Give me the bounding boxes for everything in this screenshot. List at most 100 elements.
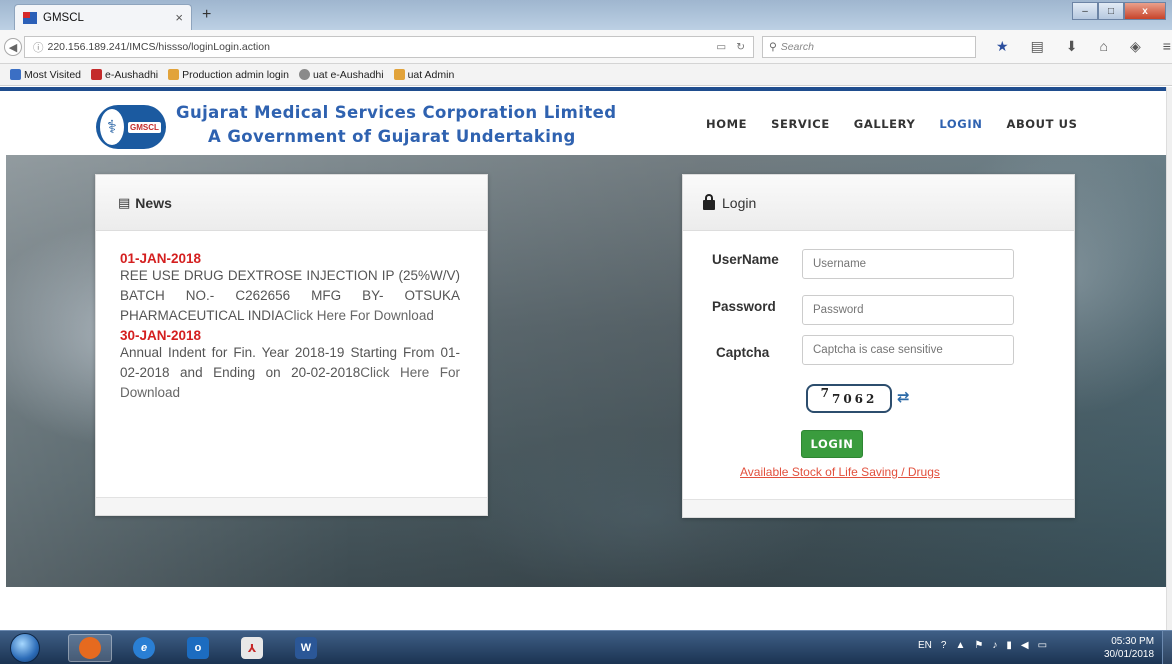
news-body: 01-JAN-2018 REE USE DRUG DEXTROSE INJECT… — [96, 231, 487, 403]
available-stock-link[interactable]: Available Stock of Life Saving / Drugs — [740, 465, 940, 479]
search-placeholder: Search — [780, 41, 814, 53]
caduceus-icon: ⚕ — [100, 109, 124, 145]
new-tab-button[interactable]: + — [202, 6, 211, 24]
news-title: News — [135, 194, 172, 211]
bookmarks-menu-icon[interactable]: ▤ — [1031, 38, 1044, 55]
bookmark-uat-admin[interactable]: uat Admin — [393, 69, 454, 81]
uat-admin-icon — [393, 69, 405, 80]
window-controls: – □ x — [1072, 2, 1166, 20]
word-icon: W — [295, 637, 317, 659]
volume-icon[interactable]: ♪ — [992, 640, 997, 651]
bookmark-uat-e-aushadhi[interactable]: uat e-Aushadhi — [298, 69, 384, 81]
flag-icon[interactable]: ⚑ — [974, 640, 983, 651]
login-footer — [683, 499, 1074, 517]
url-text[interactable]: 220.156.189.241/IMCS/hissso/loginLogin.a… — [48, 41, 717, 53]
home-icon[interactable]: ⌂ — [1100, 38, 1108, 55]
system-clock[interactable]: 05:30 PM 30/01/2018 — [1104, 635, 1154, 661]
login-title: Login — [722, 194, 757, 211]
menu-about-us[interactable]: ABOUT US — [1006, 117, 1077, 131]
start-button[interactable] — [10, 633, 40, 663]
org-tagline: A Government of Gujarat Undertaking — [208, 127, 576, 146]
site-header: ⚕ GMSCL Gujarat Medical Services Corpora… — [0, 91, 1166, 155]
org-name: Gujarat Medical Services Corporation Lim… — [176, 103, 617, 122]
minimize-button[interactable]: – — [1072, 2, 1098, 20]
browser-tab[interactable]: GMSCL × — [14, 4, 192, 30]
browser-nav-bar: ◀ ⓘ 220.156.189.241/IMCS/hissso/loginLog… — [0, 30, 1172, 64]
refresh-captcha-icon[interactable]: ⇄ — [897, 388, 910, 406]
show-hidden-icons[interactable]: ▲ — [955, 640, 965, 651]
menu-service[interactable]: SERVICE — [771, 117, 830, 131]
news-footer — [96, 497, 487, 515]
clock-date: 30/01/2018 — [1104, 649, 1155, 660]
tab-title: GMSCL — [43, 11, 84, 24]
pocket-icon[interactable]: ◈ — [1130, 38, 1141, 55]
reader-view-icon[interactable]: ▭ — [716, 41, 726, 53]
downloads-icon[interactable]: ⬇ — [1066, 38, 1078, 55]
news-panel: ▤ News 01-JAN-2018 REE USE DRUG DEXTROSE… — [95, 174, 488, 516]
firefox-icon — [79, 637, 101, 659]
bookmark-production-admin[interactable]: Production admin login — [168, 69, 289, 81]
help-icon[interactable]: ? — [941, 640, 947, 651]
browser-toolbar: ★ ▤ ⬇ ⌂ ◈ ≡ — [996, 38, 1171, 55]
outlook-icon: o — [187, 637, 209, 659]
e-aushadhi-icon — [91, 69, 102, 80]
logo-text: GMSCL — [128, 121, 161, 133]
browser-tab-bar: GMSCL × + – □ x — [0, 0, 1172, 30]
download-link[interactable]: Click Here For Download — [284, 308, 434, 323]
action-center-icon[interactable]: ▭ — [1038, 640, 1047, 651]
address-bar[interactable]: ⓘ 220.156.189.241/IMCS/hissso/loginLogin… — [24, 36, 754, 58]
captcha-image: 7 7062 — [806, 384, 892, 413]
system-tray: EN ? ▲ ⚑ ♪ ▮ ◀ ▭ — [918, 640, 1047, 651]
news-item: REE USE DRUG DEXTROSE INJECTION IP (25%W… — [120, 268, 460, 323]
captcha-field[interactable] — [802, 335, 1014, 365]
site-favicon-icon — [23, 11, 37, 24]
page-scrollbar[interactable] — [1166, 87, 1172, 630]
news-date: 01-JAN-2018 — [120, 251, 202, 266]
taskbar-outlook[interactable]: o — [176, 634, 220, 662]
bookmark-star-icon[interactable]: ★ — [996, 38, 1009, 55]
production-admin-icon — [168, 69, 180, 80]
taskbar-word[interactable]: W — [284, 634, 328, 662]
network-icon[interactable]: ▮ — [1006, 640, 1012, 651]
menu-gallery[interactable]: GALLERY — [854, 117, 916, 131]
internet-explorer-icon: e — [133, 637, 155, 659]
main-menu: HOME SERVICE GALLERY LOGIN ABOUT US — [706, 117, 1078, 131]
reload-icon[interactable]: ↻ — [736, 41, 745, 53]
bookmark-most-visited[interactable]: Most Visited — [10, 69, 81, 81]
gmscl-logo[interactable]: ⚕ GMSCL — [96, 105, 166, 149]
globe-icon — [298, 69, 310, 80]
taskbar-ie[interactable]: e — [122, 634, 166, 662]
username-field[interactable] — [802, 249, 1014, 279]
taskbar-firefox[interactable] — [68, 634, 112, 662]
news-date: 30-JAN-2018 — [120, 328, 202, 343]
arrow-left-icon[interactable]: ◀ — [1021, 640, 1029, 651]
lock-icon — [703, 193, 715, 210]
taskbar-acrobat[interactable]: ⅄ — [230, 634, 274, 662]
close-window-button[interactable]: x — [1124, 2, 1166, 20]
maximize-button[interactable]: □ — [1098, 2, 1124, 20]
search-input[interactable]: ⚲ Search — [762, 36, 976, 58]
password-field[interactable] — [802, 295, 1014, 325]
show-desktop-button[interactable] — [1162, 631, 1172, 664]
clock-time: 05:30 PM — [1111, 636, 1155, 647]
info-icon[interactable]: ⓘ — [33, 40, 44, 55]
acrobat-icon: ⅄ — [241, 637, 263, 659]
menu-home[interactable]: HOME — [706, 117, 747, 131]
news-header: ▤ News — [96, 175, 487, 231]
hamburger-menu-icon[interactable]: ≡ — [1163, 38, 1171, 55]
login-header: Login — [683, 175, 1074, 231]
captcha-label: Captcha — [716, 345, 770, 360]
username-label: UserName — [712, 252, 779, 267]
language-indicator[interactable]: EN — [918, 640, 932, 651]
news-item: Annual Indent for Fin. Year 2018-19 Star… — [120, 345, 460, 400]
newspaper-icon: ▤ — [118, 194, 131, 210]
login-button[interactable]: LOGIN — [801, 430, 863, 458]
bookmark-e-aushadhi[interactable]: e-Aushadhi — [91, 69, 158, 81]
search-icon: ⚲ — [769, 41, 777, 53]
bookmarks-bar: Most Visited e-Aushadhi Production admin… — [0, 64, 1172, 86]
menu-login[interactable]: LOGIN — [939, 117, 982, 131]
back-arrow-icon[interactable]: ◀ — [4, 38, 22, 56]
windows-taskbar: e o ⅄ W EN ? ▲ ⚑ ♪ ▮ ◀ ▭ 05:30 PM 30/01/… — [0, 630, 1172, 664]
most-visited-icon — [10, 69, 21, 80]
tab-close-icon[interactable]: × — [175, 10, 183, 25]
